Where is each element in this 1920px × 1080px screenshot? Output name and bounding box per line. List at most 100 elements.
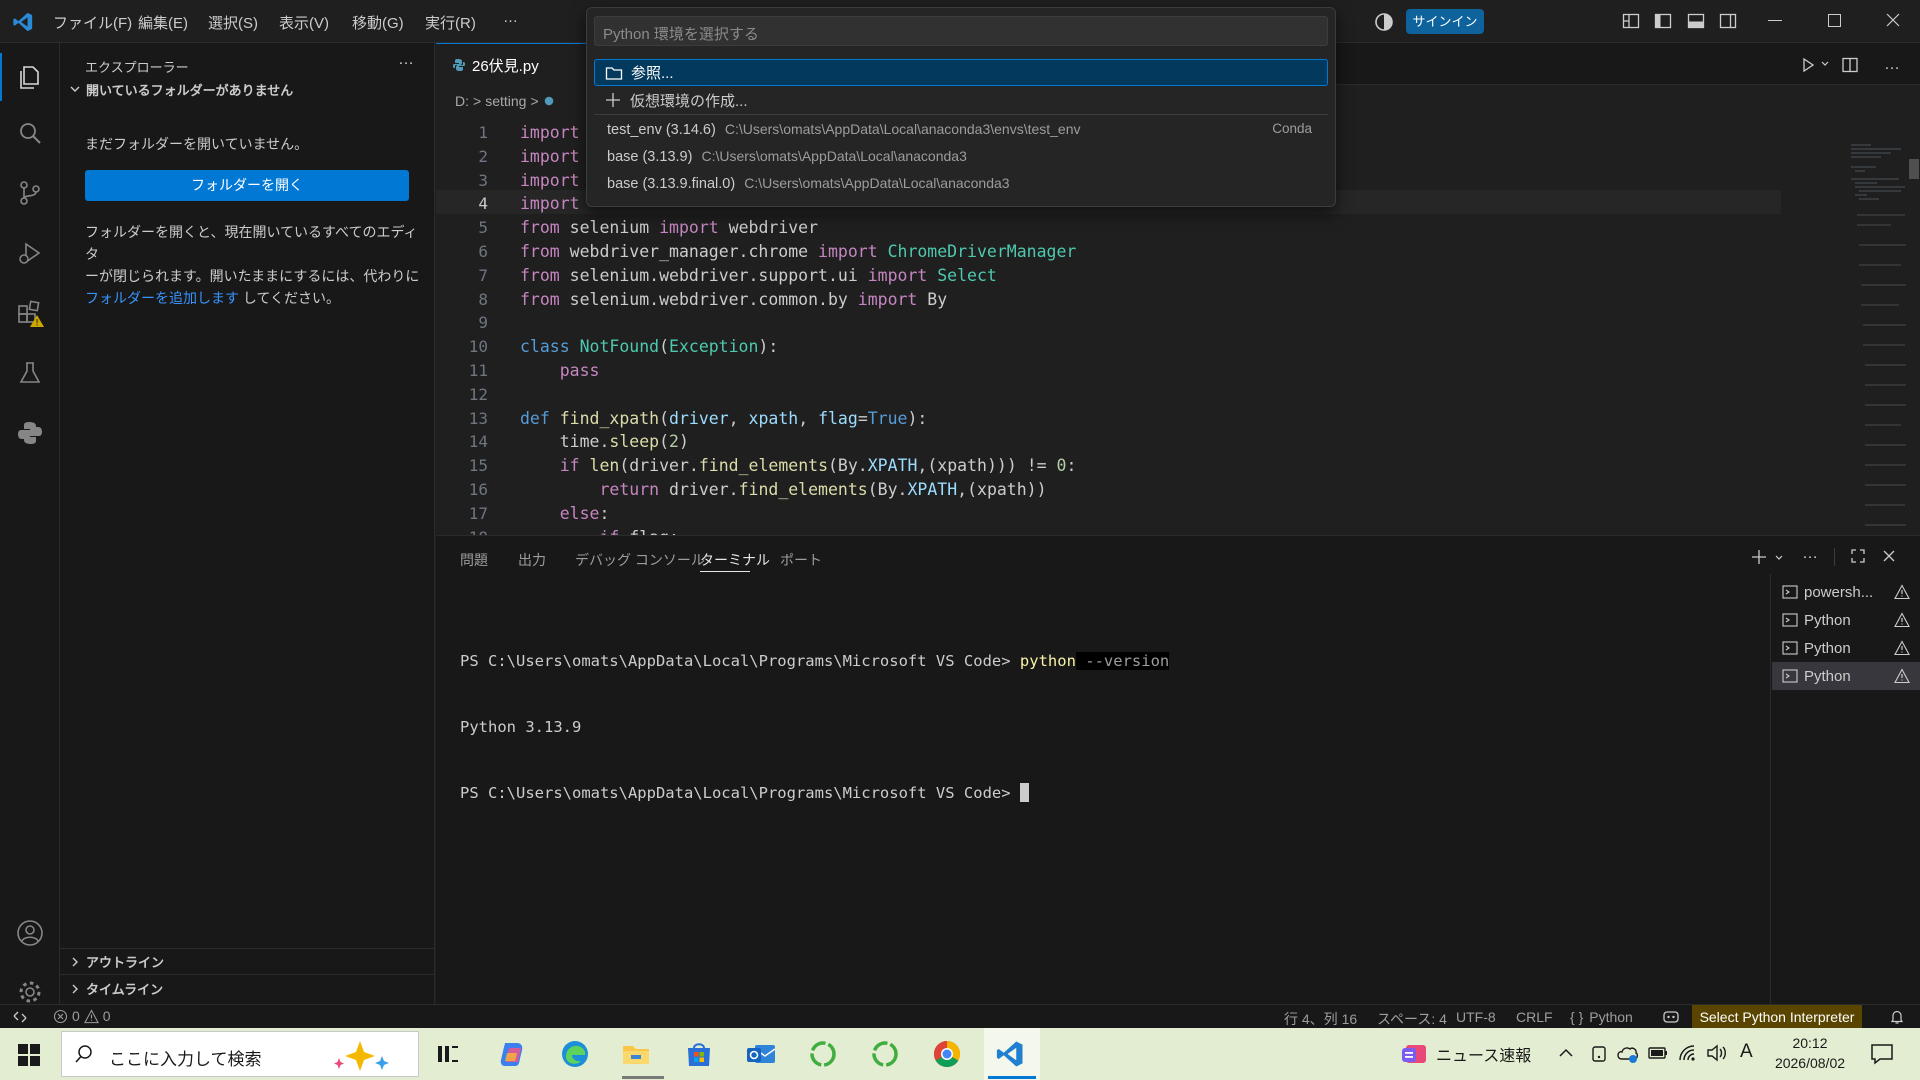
battery-icon[interactable] xyxy=(1648,1045,1668,1061)
split-editor-icon[interactable] xyxy=(1841,56,1859,74)
add-folder-link[interactable]: フォルダーを追加します xyxy=(85,290,239,306)
wifi-icon[interactable] xyxy=(1678,1044,1698,1062)
code-line[interactable]: 17 else: xyxy=(436,502,1781,526)
testing-icon[interactable] xyxy=(10,353,50,393)
chrome-browser-icon[interactable] xyxy=(932,1039,962,1069)
device-icon[interactable] xyxy=(1590,1044,1608,1064)
code-line[interactable]: 11 pass xyxy=(436,359,1781,383)
quick-pick-input[interactable]: Python 環境を選択する xyxy=(594,16,1328,46)
tab-output[interactable]: 出力 xyxy=(518,550,546,570)
green-ring-app-icon[interactable] xyxy=(870,1039,900,1069)
code-line[interactable]: 10 class NotFound(Exception): xyxy=(436,335,1781,359)
no-folder-section-header[interactable]: 開いているフォルダーがありません xyxy=(68,78,428,100)
notifications-bell-icon[interactable] xyxy=(1889,1009,1905,1025)
editor-tab-active[interactable]: 26伏見.py xyxy=(436,43,586,86)
code-line[interactable]: 6 from webdriver_manager.chrome import Ch… xyxy=(436,240,1781,264)
end-of-line[interactable]: CRLF xyxy=(1516,1009,1553,1025)
edge-browser-icon[interactable] xyxy=(560,1039,590,1069)
menu-run[interactable]: 実行(R) xyxy=(425,12,476,33)
browse-option[interactable]: 参照... xyxy=(594,59,1328,86)
encoding[interactable]: UTF-8 xyxy=(1456,1009,1496,1025)
account-icon[interactable] xyxy=(10,913,50,953)
source-control-icon[interactable] xyxy=(10,173,50,213)
new-terminal-plus-icon[interactable] xyxy=(1750,548,1768,566)
menu-view[interactable]: 表示(V) xyxy=(279,12,329,33)
maximize-panel-icon[interactable] xyxy=(1850,548,1866,564)
code-line[interactable]: 7 from selenium.webdriver.support.ui impo… xyxy=(436,264,1781,288)
news-widget[interactable]: ニュース速報 xyxy=(1400,1041,1531,1067)
copilot-status-icon[interactable] xyxy=(1662,1008,1680,1024)
scrollbar-thumb[interactable] xyxy=(1909,159,1919,179)
select-interpreter-button[interactable]: Select Python Interpreter xyxy=(1692,1005,1862,1029)
code-line[interactable]: 13 def find_xpath(driver, xpath, flag=Tru… xyxy=(436,407,1781,431)
close-panel-icon[interactable] xyxy=(1881,548,1897,564)
terminal-list-item-active[interactable]: Python xyxy=(1772,662,1920,690)
code-line[interactable]: 15 if len(driver.find_elements(By.XPATH,… xyxy=(436,454,1781,478)
show-hidden-icons-chevron[interactable] xyxy=(1558,1046,1574,1060)
code-line[interactable]: 18 if flag: xyxy=(436,526,1781,535)
menu-file[interactable]: ファイル(F) xyxy=(53,12,132,33)
menu-edit[interactable]: 編集(E) xyxy=(138,12,188,33)
task-view-icon[interactable] xyxy=(436,1042,460,1066)
run-debug-icon[interactable] xyxy=(10,233,50,273)
close-window-icon[interactable] xyxy=(1885,12,1901,28)
menu-more[interactable]: … xyxy=(503,9,518,26)
code-line[interactable]: 16 return driver.find_elements(By.XPATH,… xyxy=(436,478,1781,502)
indentation[interactable]: スペース: 4 xyxy=(1377,1009,1447,1029)
taskbar-clock[interactable]: 20:12 2026/08/02 xyxy=(1768,1033,1852,1073)
timeline-section-header[interactable]: タイムライン xyxy=(68,979,163,998)
toggle-primary-sidebar-icon[interactable] xyxy=(1654,12,1672,30)
cursor-position[interactable]: 行 4、列 16 xyxy=(1284,1009,1357,1029)
terminal-profile-chevron-icon[interactable] xyxy=(1774,553,1784,563)
environment-option[interactable]: test_env (3.14.6) C:\Users\omats\AppData… xyxy=(594,116,1328,142)
green-ring-app-icon[interactable] xyxy=(808,1039,838,1069)
minimap[interactable] xyxy=(1781,115,1911,535)
tab-ports[interactable]: ポート xyxy=(780,550,822,570)
panel-more-actions[interactable]: … xyxy=(1802,545,1818,563)
python-icon[interactable] xyxy=(10,413,50,453)
explorer-icon[interactable] xyxy=(10,57,50,97)
terminal-output[interactable]: PS C:\Users\omats\AppData\Local\Programs… xyxy=(460,606,1170,848)
extensions-icon[interactable]: ! xyxy=(10,293,50,333)
tab-terminal[interactable]: ターミナル xyxy=(700,550,770,570)
code-line[interactable]: 5 from selenium import webdriver xyxy=(436,216,1781,240)
copilot-app-icon[interactable] xyxy=(497,1039,527,1069)
outlook-icon[interactable] xyxy=(745,1039,777,1069)
taskbar-search-box[interactable]: ここに入力して検索 xyxy=(61,1031,419,1077)
terminal-list-item[interactable]: Python xyxy=(1772,606,1920,634)
open-folder-button[interactable]: フォルダーを開く xyxy=(85,170,409,201)
customize-layout-icon[interactable] xyxy=(1622,12,1640,30)
restore-icon[interactable] xyxy=(1828,14,1841,27)
terminal-list-item[interactable]: powersh... xyxy=(1772,578,1920,606)
onedrive-cloud-icon[interactable] xyxy=(1617,1044,1639,1064)
ime-indicator[interactable]: A xyxy=(1740,1041,1753,1063)
toggle-secondary-sidebar-icon[interactable] xyxy=(1719,12,1737,30)
code-line[interactable]: 14 time.sleep(2) xyxy=(436,430,1781,454)
volume-speaker-icon[interactable] xyxy=(1706,1044,1728,1062)
toggle-panel-icon[interactable] xyxy=(1687,12,1705,30)
terminal-list-item[interactable]: Python xyxy=(1772,634,1920,662)
remote-icon[interactable] xyxy=(12,1009,28,1025)
language-mode[interactable]: { } Python xyxy=(1570,1009,1633,1025)
menu-selection[interactable]: 選択(S) xyxy=(208,12,258,33)
sign-in-button[interactable]: サインイン xyxy=(1406,9,1484,34)
code-line[interactable]: 8 from selenium.webdriver.common.by impor… xyxy=(436,288,1781,312)
code-line[interactable]: 12 xyxy=(436,383,1781,407)
environment-option[interactable]: base (3.13.9.final.0) C:\Users\omats\App… xyxy=(594,170,1328,196)
menu-go[interactable]: 移動(G) xyxy=(352,12,404,33)
microsoft-store-icon[interactable] xyxy=(684,1039,714,1069)
vertical-scrollbar[interactable] xyxy=(1906,115,1920,535)
copilot-icon[interactable] xyxy=(1374,12,1394,32)
notification-center-icon[interactable] xyxy=(1870,1043,1894,1065)
editor-more-actions[interactable]: … xyxy=(1884,56,1900,74)
create-venv-option[interactable]: 仮想環境の作成... xyxy=(594,87,1328,113)
problems-status[interactable]: 0 0 xyxy=(53,1008,111,1024)
search-icon[interactable] xyxy=(10,113,50,153)
tab-debug-console[interactable]: デバッグ コンソール xyxy=(575,550,705,570)
run-options-chevron-icon[interactable] xyxy=(1820,59,1830,69)
vscode-app-icon[interactable] xyxy=(995,1039,1025,1069)
run-python-file-icon[interactable] xyxy=(1800,57,1816,73)
sidebar-more-button[interactable]: … xyxy=(398,51,414,69)
environment-option[interactable]: base (3.13.9) C:\Users\omats\AppData\Loc… xyxy=(594,143,1328,169)
breadcrumb-drive[interactable]: D: xyxy=(455,93,469,109)
